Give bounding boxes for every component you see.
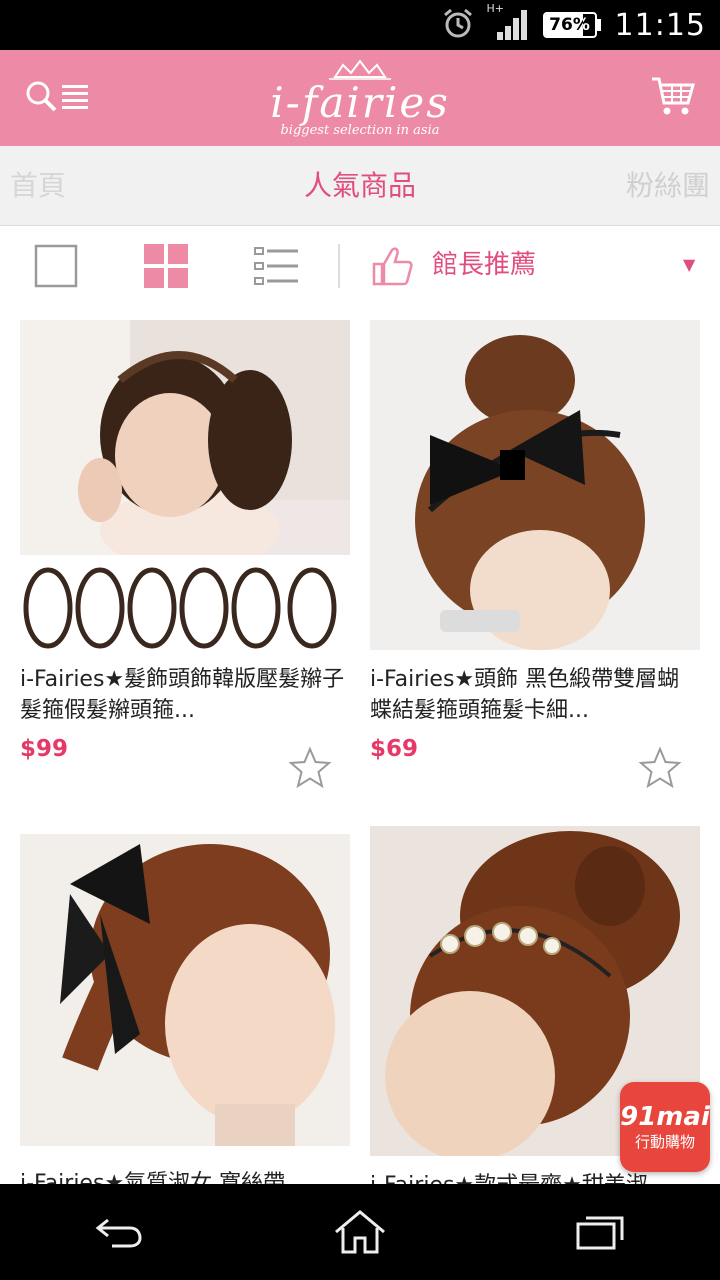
product-grid: i-Fairies★髮飾頭飾韓版壓髮辮子髮箍假髮辮頭箍... $99 i-Fai… [0, 306, 720, 1184]
navigation-bar [0, 1184, 720, 1280]
product-image[interactable] [20, 834, 350, 1146]
status-time: 11:15 [614, 7, 706, 43]
favorite-star-icon[interactable] [638, 746, 682, 794]
alarm-icon [441, 6, 475, 44]
single-view-icon [34, 244, 78, 288]
back-icon [95, 1218, 142, 1248]
product-title[interactable]: i-Fairies★氣質淑女 寬絲帶... [20, 1168, 350, 1184]
chevron-down-icon[interactable]: ▼ [683, 253, 695, 277]
logo-tagline: biggest selection in asia [280, 122, 440, 138]
list-view-button[interactable] [254, 244, 298, 288]
crown-icon [329, 58, 391, 80]
grid-view-icon [144, 244, 188, 288]
badge-brand: 91mai [620, 1102, 710, 1132]
category-tabs: 首頁 人氣商品 粉絲團 [0, 146, 720, 226]
home-button[interactable] [320, 1202, 400, 1262]
logo: i-fairies biggest selection in asia [0, 50, 720, 146]
badge-label: 行動購物 [634, 1133, 695, 1151]
battery-text: 76% [549, 15, 590, 35]
cart-icon [652, 77, 695, 115]
back-button[interactable] [80, 1202, 160, 1262]
signal-icon: H+ [487, 2, 529, 42]
home-icon [335, 1210, 385, 1254]
network-type: H+ [486, 2, 505, 15]
thumbs-up-icon [370, 244, 414, 292]
product-card[interactable]: i-Fairies★氣質淑女 寬絲帶... [20, 834, 350, 1184]
product-card[interactable]: i-Fairies★頭飾 黑色緞帶雙層蝴蝶結髮箍頭箍髮卡細... $69 [370, 320, 700, 789]
tab-fanpage[interactable]: 粉絲團 [626, 146, 710, 226]
recent-apps-icon [576, 1216, 624, 1250]
view-toolbar: 館長推薦 ▼ [0, 226, 720, 306]
tab-popular[interactable]: 人氣商品 [0, 146, 720, 226]
recent-apps-button[interactable] [560, 1202, 640, 1262]
menu-icon[interactable] [60, 81, 90, 115]
cart-button[interactable] [650, 75, 720, 121]
search-icon[interactable] [24, 79, 58, 117]
product-image[interactable] [20, 320, 350, 650]
favorite-star-icon[interactable] [288, 746, 332, 794]
toolbar-divider [338, 244, 340, 288]
product-title[interactable]: i-Fairies★頭飾 黑色緞帶雙層蝴蝶結髮箍頭箍髮卡細... [370, 664, 700, 726]
grid-view-button[interactable] [144, 244, 188, 288]
battery-icon: 76% [542, 12, 601, 38]
product-image[interactable] [370, 320, 700, 650]
status-bar: H+ 76% 11:15 [0, 0, 720, 50]
product-title[interactable]: i-Fairies★款式最齊★甜美淑... [370, 1170, 700, 1184]
91mai-badge[interactable]: 91mai 行動購物 [620, 1082, 710, 1172]
logo-text: i-fairies [270, 77, 450, 127]
list-view-icon [254, 247, 298, 285]
product-card[interactable]: i-Fairies★髮飾頭飾韓版壓髮辮子髮箍假髮辮頭箍... $99 [20, 320, 350, 789]
sort-dropdown[interactable]: 館長推薦 [432, 242, 536, 288]
app-header: i-fairies biggest selection in asia [0, 50, 720, 146]
product-title[interactable]: i-Fairies★髮飾頭飾韓版壓髮辮子髮箍假髮辮頭箍... [20, 664, 350, 726]
single-view-button[interactable] [34, 244, 78, 288]
